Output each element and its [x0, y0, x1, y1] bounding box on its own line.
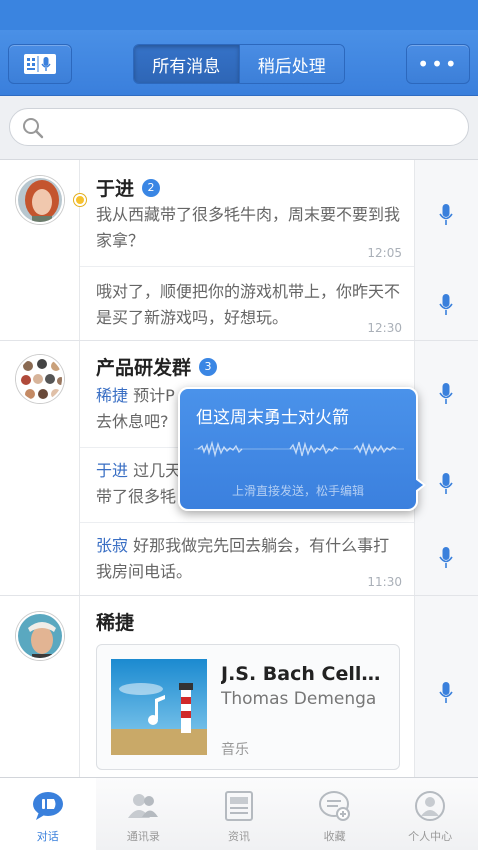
message-time: 11:30 [367, 575, 402, 589]
message-text: 哦对了，顺便把你的游戏机带上，你昨天不是买了新游戏吗，好想玩。 [96, 282, 401, 327]
group-name: 产品研发群 [96, 357, 192, 379]
microphone-icon [439, 473, 453, 494]
voice-transcript: 但这周末勇士对火箭 [196, 408, 349, 428]
message-sender: 于进 [96, 461, 129, 480]
conversation-item[interactable]: 稀捷 J.S. Bach Cello Thomas Demenga 音乐 [0, 596, 478, 777]
voice-reply-button[interactable] [414, 682, 478, 704]
contacts-icon [128, 794, 159, 818]
favorites-icon [318, 791, 350, 821]
contact-name: 于进 [96, 178, 135, 200]
chat-bubble-icon [32, 792, 63, 820]
voice-keyboard-button[interactable] [8, 44, 72, 84]
more-button[interactable]: ••• [406, 44, 470, 84]
message-text: 带了很多牦 [96, 487, 177, 506]
unread-badge: 2 [142, 178, 161, 197]
microphone-icon [439, 383, 453, 404]
message-sender: 张寂 [96, 536, 129, 555]
message-text: 好那我做完先回去躺会，有什么事打我房间电话。 [96, 536, 390, 581]
profile-icon [415, 791, 446, 821]
message-text: 预计P [128, 386, 175, 405]
bottom-tab-bar: 对话 通讯录 资讯 收藏 个人中心 [0, 777, 478, 850]
top-nav-bar: 所有消息 稍后处理 ••• [0, 30, 478, 96]
music-title: J.S. Bach Cello Suites [221, 663, 391, 685]
tab-contacts[interactable]: 通讯录 [96, 778, 192, 850]
news-icon [224, 791, 253, 821]
music-artist: Thomas Demenga [221, 689, 377, 709]
contact-name: 稀捷 [96, 612, 135, 634]
tab-label: 收藏 [323, 830, 346, 843]
voice-input-popup[interactable]: 但这周末勇士对火箭 上滑直接发送，松手编辑 [178, 387, 426, 511]
tab-chat[interactable]: 对话 [0, 778, 96, 850]
tab-profile[interactable]: 个人中心 [382, 778, 478, 850]
message-time: 12:30 [367, 321, 402, 335]
microphone-icon [439, 204, 453, 225]
message-text: 我从西藏带了很多牦牛肉，周末要不要到我家拿？ [96, 205, 401, 250]
avatar[interactable] [16, 612, 64, 660]
message-item[interactable]: 我从西藏带了很多牦牛肉，周末要不要到我家拿？ 12:05 [80, 200, 414, 266]
avatar[interactable] [16, 176, 64, 224]
voice-reply-button[interactable] [414, 383, 478, 405]
voice-waveform-icon [194, 440, 404, 458]
keyboard-mic-icon [24, 54, 56, 74]
voice-reply-button[interactable] [414, 547, 478, 569]
tab-favorites[interactable]: 收藏 [287, 778, 383, 850]
search-bar [0, 96, 478, 160]
group-avatar[interactable] [16, 355, 64, 403]
microphone-icon [439, 682, 453, 703]
tab-label: 个人中心 [408, 830, 453, 843]
music-share-card[interactable]: J.S. Bach Cello Suites Thomas Demenga 音乐 [96, 644, 400, 770]
album-art [111, 659, 207, 755]
unread-badge: 3 [199, 357, 218, 376]
tab-handle-later[interactable]: 稍后处理 [238, 45, 344, 83]
message-time: 12:05 [367, 246, 402, 260]
message-item[interactable]: 哦对了，顺便把你的游戏机带上，你昨天不是买了新游戏吗，好想玩。 12:30 [80, 266, 414, 341]
status-bar [0, 0, 478, 30]
more-dots-icon: ••• [417, 52, 459, 76]
tab-all-messages[interactable]: 所有消息 [134, 45, 239, 83]
message-filter-segment: 所有消息 稍后处理 [133, 44, 345, 84]
search-input[interactable] [52, 115, 452, 141]
tab-label: 通讯录 [126, 830, 160, 843]
tab-label: 资讯 [227, 830, 250, 843]
voice-reply-button[interactable] [414, 294, 478, 316]
message-text: 过几天 [128, 461, 182, 480]
message-sender: 稀捷 [96, 386, 129, 405]
microphone-icon [439, 547, 453, 568]
voice-hint-text: 上滑直接发送，松手编辑 [231, 484, 364, 498]
message-item[interactable]: 张寂 好那我做完先回去躺会，有什么事打我房间电话。 11:30 [80, 522, 414, 596]
search-icon [23, 118, 44, 139]
tab-news[interactable]: 资讯 [191, 778, 287, 850]
message-text: 去休息吧? [96, 412, 169, 431]
tab-label: 对话 [36, 830, 59, 843]
microphone-icon [439, 294, 453, 315]
conversation-item[interactable]: 于进 2 我从西藏带了很多牦牛肉，周末要不要到我家拿？ 12:05 哦对了，顺便… [0, 160, 478, 341]
voice-reply-button[interactable] [414, 204, 478, 226]
music-type-label: 音乐 [221, 742, 249, 758]
search-box[interactable] [9, 108, 469, 146]
